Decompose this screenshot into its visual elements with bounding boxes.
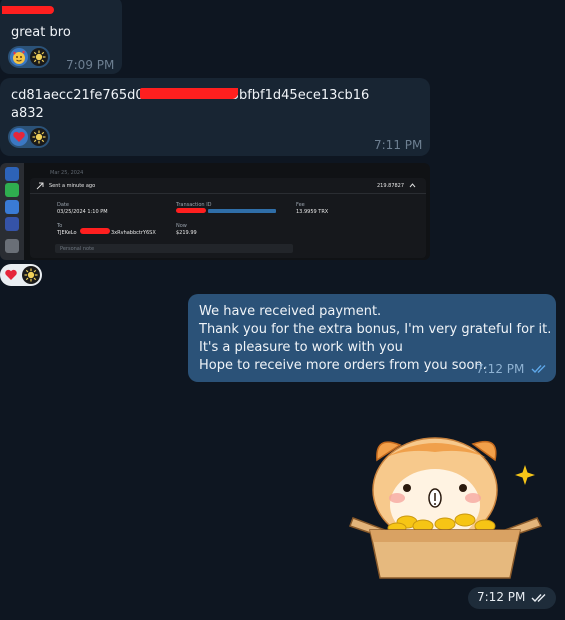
message-bubble-incoming[interactable]: cd81aecc21fe765d0……4f093a3c3bfbf1d45ece1… bbox=[0, 78, 430, 156]
personal-note-placeholder: Personal note bbox=[60, 246, 95, 252]
fee-label: Fee bbox=[296, 202, 305, 208]
date-value: 03/25/2024 1:10 PM bbox=[57, 209, 108, 215]
date-label: Date bbox=[57, 202, 69, 208]
screenshot-image[interactable]: Mar 25, 2024 Sent a minute ago 219.87827… bbox=[0, 163, 430, 260]
image-sidebar bbox=[0, 163, 24, 260]
chat-icon bbox=[5, 183, 19, 197]
redacted-transaction-id bbox=[176, 208, 206, 213]
now-value: $219.99 bbox=[176, 230, 197, 236]
app-icon bbox=[5, 167, 19, 181]
message-time: 7:11 PM bbox=[374, 138, 423, 152]
redacted-hash-segment bbox=[140, 88, 238, 99]
message-bubble-outgoing[interactable]: We have received payment. Thank you for … bbox=[188, 294, 556, 382]
reaction-group[interactable] bbox=[0, 264, 42, 286]
message-time: 7:12 PM bbox=[476, 362, 525, 376]
to-value-end: 3xRvhabbctrY6SX bbox=[111, 230, 156, 236]
smiling-face-with-hearts-icon bbox=[10, 48, 28, 66]
transaction-panel: Sent a minute ago 219.87827 Date 03/25/2… bbox=[30, 178, 426, 258]
read-checkmarks-icon bbox=[531, 594, 546, 603]
reaction-group[interactable] bbox=[8, 46, 50, 68]
read-checkmarks-icon bbox=[531, 365, 546, 374]
to-value-start: TJEKeLo bbox=[57, 230, 77, 236]
redacted-address bbox=[80, 228, 110, 234]
message-text: great bro bbox=[11, 25, 71, 40]
transaction-status: Sent a minute ago bbox=[49, 183, 96, 189]
redacted-sender-name bbox=[2, 6, 54, 14]
transaction-amount: 219.87827 bbox=[377, 183, 405, 189]
fee-value: 13.9959 TRX bbox=[296, 209, 329, 215]
image-date-header: Mar 25, 2024 bbox=[50, 170, 84, 176]
message-time: 7:12 PM bbox=[477, 590, 526, 604]
hamster-in-box-sticker[interactable] bbox=[345, 430, 545, 580]
custom-emoji-icon bbox=[22, 266, 40, 284]
reaction-group[interactable] bbox=[8, 126, 50, 148]
trash-icon bbox=[5, 239, 19, 253]
red-heart-icon bbox=[10, 128, 28, 146]
sticker-time-badge: 7:12 PM bbox=[468, 587, 556, 609]
transaction-id-link[interactable] bbox=[208, 209, 276, 213]
send-arrow-icon bbox=[36, 182, 44, 190]
globe-icon bbox=[5, 217, 19, 231]
message-bubble-incoming[interactable]: great bro 7:09 PM bbox=[0, 0, 122, 74]
message-time: 7:09 PM bbox=[66, 58, 115, 72]
personal-note-field[interactable]: Personal note bbox=[55, 244, 293, 253]
to-label: To bbox=[57, 223, 63, 229]
now-label: Now bbox=[176, 223, 187, 229]
folder-icon bbox=[5, 200, 19, 214]
red-heart-icon bbox=[2, 266, 20, 284]
custom-emoji-icon bbox=[30, 48, 48, 66]
custom-emoji-icon bbox=[30, 128, 48, 146]
chevron-up-icon[interactable] bbox=[409, 183, 416, 188]
